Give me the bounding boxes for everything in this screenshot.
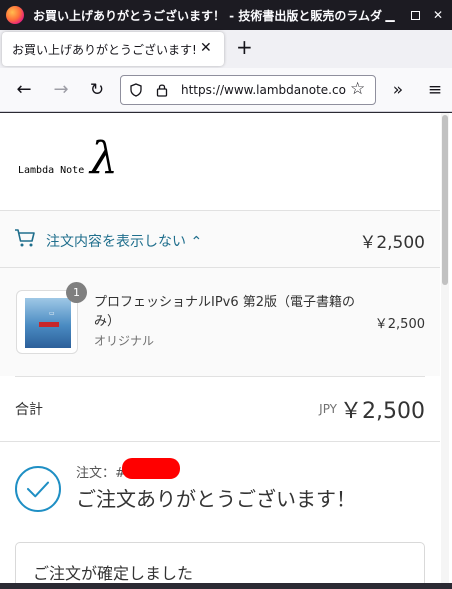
reload-button[interactable]: ↻ (85, 78, 109, 102)
page-content: Lambda Note λ 注文内容を表示しない ⌃ ￥2,500 ▭ 1 プロ… (0, 113, 452, 583)
lock-icon[interactable] (156, 83, 168, 97)
total-label: 合計 (15, 402, 43, 418)
confirmation-card-title: ご注文が確定しました (33, 564, 194, 583)
navigation-toolbar: ← → ↻ https://www.lambdanote.com/ ☆ » ≡ (0, 68, 452, 112)
chevron-up-icon: ⌃ (190, 234, 203, 250)
tab-close-icon[interactable]: ✕ (200, 40, 212, 56)
summary-total: ￥2,500 (359, 233, 425, 253)
overflow-chevron-icon[interactable]: » (386, 78, 410, 102)
order-number-label: 注文：# (76, 466, 126, 481)
tab-active[interactable]: お買い上げありがとうございます! - ラムダノート ✕ (2, 32, 224, 66)
total-currency: JPY (319, 402, 337, 416)
tab-title: お買い上げありがとうございます! - ラムダノート (12, 43, 197, 57)
summary-toggle-text: 注文内容を表示しない (46, 234, 186, 250)
window-titlebar: お買い上げありがとうございます！ - 技術書出版と販売のラムダノート ▁ ✕ (0, 0, 452, 30)
checkmark-circle-icon (15, 466, 61, 512)
divider (0, 441, 440, 442)
close-window-button[interactable]: ✕ (428, 5, 448, 25)
logo-text: Lambda Note (18, 165, 85, 176)
total-value: ￥2,500 (340, 399, 425, 424)
product-name: プロフェッショナルIPv6 第2版（電子書籍のみ） (94, 295, 356, 329)
maximize-button[interactable] (405, 5, 425, 25)
url-bar[interactable]: https://www.lambdanote.com/ ☆ (120, 75, 376, 105)
scrollbar-thumb[interactable] (442, 115, 448, 285)
shield-icon[interactable] (130, 83, 142, 97)
url-text[interactable]: https://www.lambdanote.com/ (181, 83, 346, 97)
product-price: ￥2,500 (374, 317, 425, 332)
new-tab-button[interactable]: + (236, 35, 253, 59)
hamburger-menu-icon[interactable]: ≡ (423, 78, 447, 102)
firefox-logo-icon (6, 6, 24, 24)
book-cover-image: ▭ (25, 298, 71, 348)
book-cover-graphic: ▭ (49, 310, 55, 317)
page-scrollbar[interactable] (441, 113, 449, 583)
confirmation-card: ご注文が確定しました (15, 542, 425, 583)
book-cover-band (39, 322, 59, 327)
minimize-button[interactable]: ▁ (380, 5, 400, 25)
forward-button[interactable]: → (49, 78, 73, 102)
thanks-heading: ご注文ありがとうございます！ (76, 487, 356, 511)
window-title: お買い上げありがとうございます！ - 技術書出版と販売のラムダノート (33, 9, 383, 23)
order-number-redacted (122, 458, 180, 479)
quantity-badge: 1 (66, 282, 87, 303)
summary-toggle-label[interactable]: 注文内容を表示しない ⌃ (46, 231, 202, 251)
cart-icon (15, 229, 35, 247)
lambda-logo-icon: λ (90, 133, 118, 184)
total-row: 合計 JPY ￥2,500 (15, 376, 425, 440)
bookmark-star-icon[interactable]: ☆ (350, 79, 365, 99)
tab-bar: お買い上げありがとうございます! - ラムダノート ✕ + (0, 30, 452, 68)
line-item: ▭ 1 プロフェッショナルIPv6 第2版（電子書籍のみ） オリジナル ￥2,5… (0, 268, 440, 376)
window-bottom-edge (0, 583, 452, 589)
order-summary-toggle[interactable]: 注文内容を表示しない ⌃ ￥2,500 (0, 210, 440, 268)
back-button[interactable]: ← (12, 78, 36, 102)
product-variant: オリジナル (94, 334, 155, 348)
